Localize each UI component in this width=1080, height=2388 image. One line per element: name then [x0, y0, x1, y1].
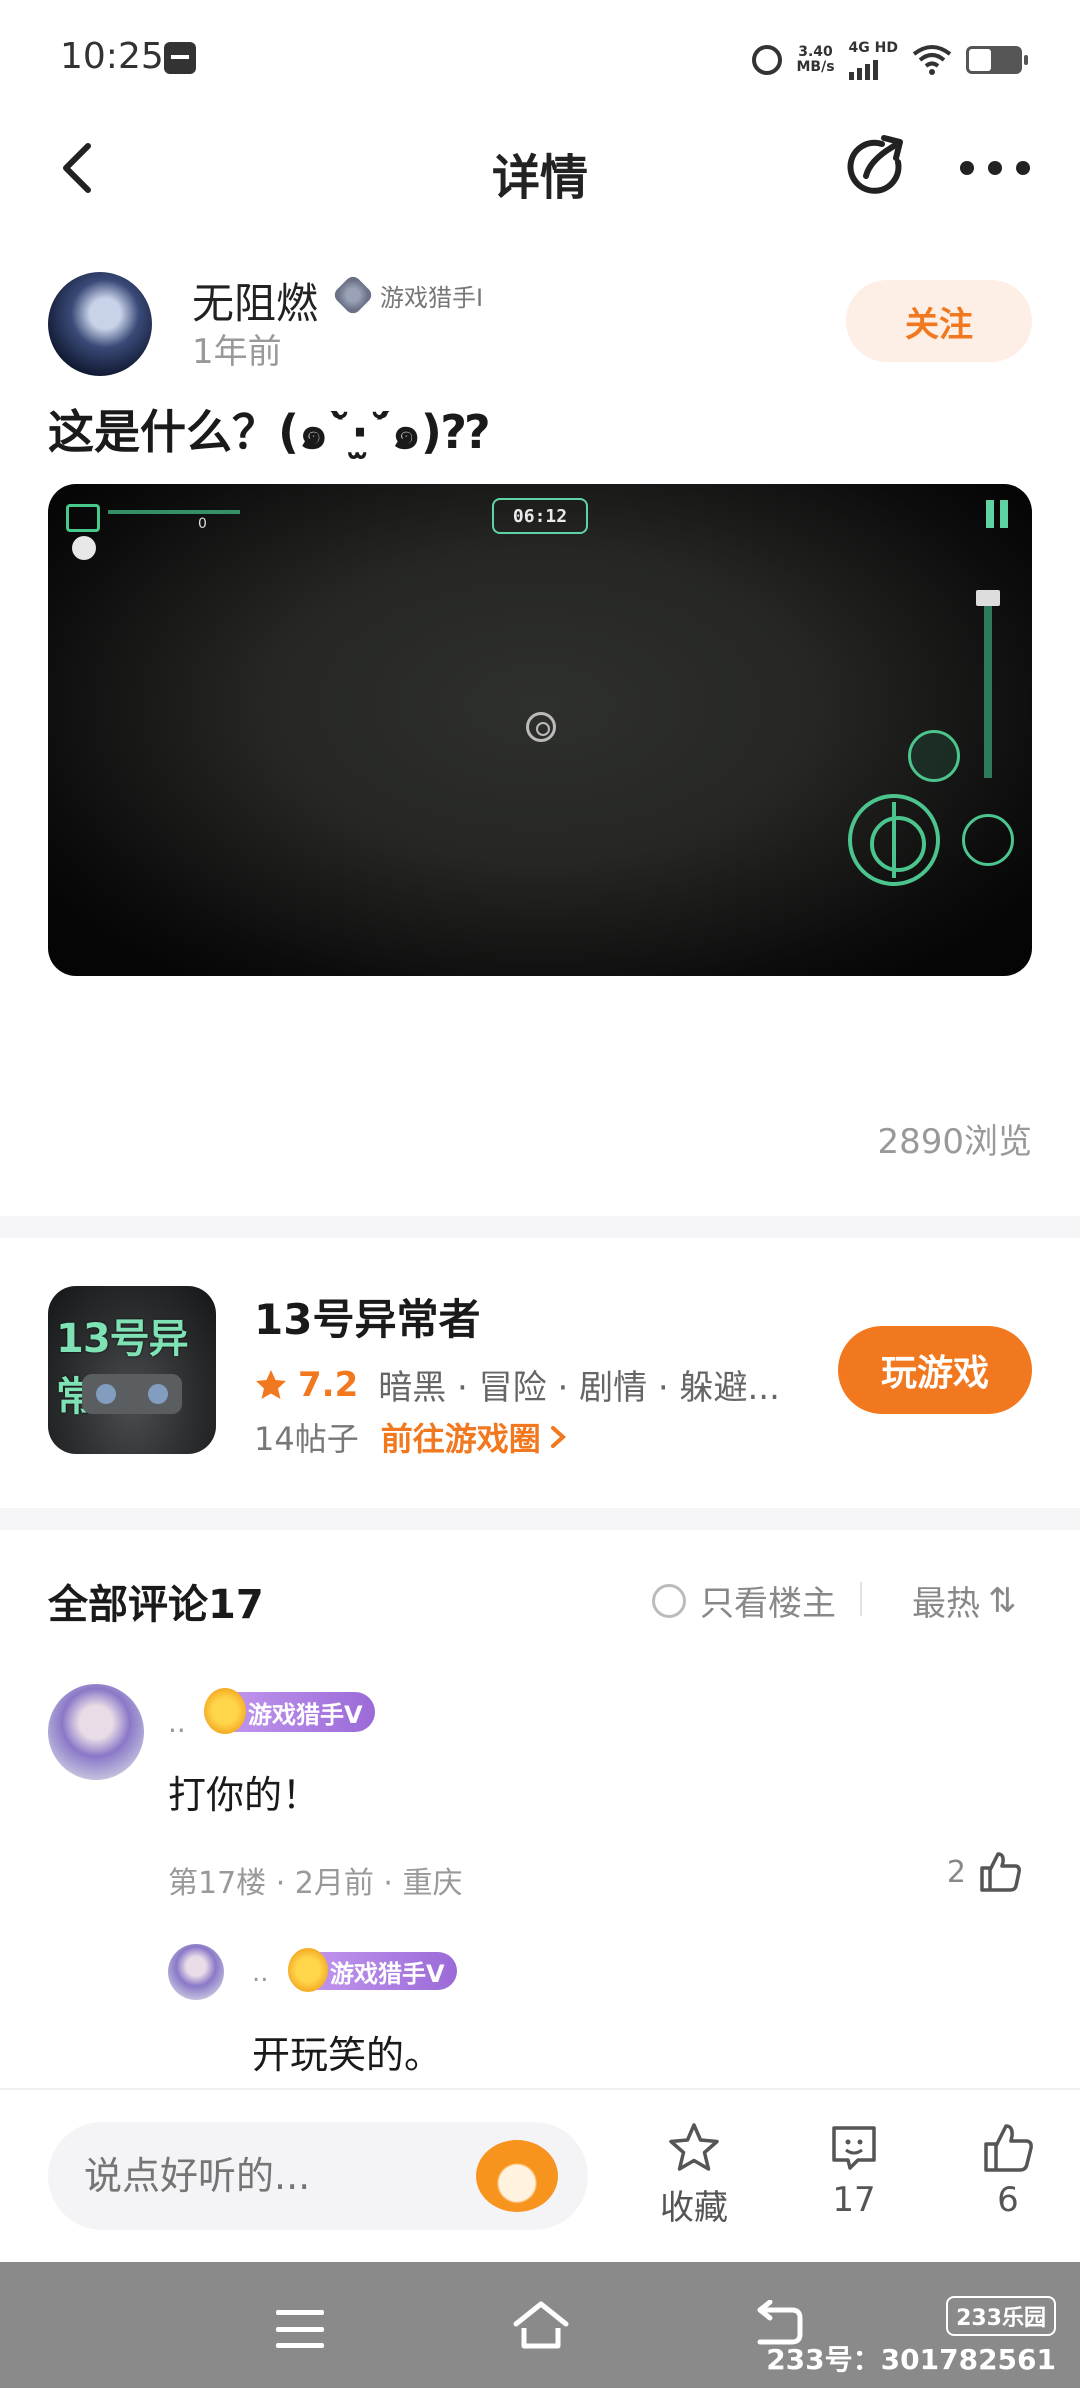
- cellular-signal: 4G HD: [848, 39, 898, 80]
- comment-text: 打你的！: [168, 1773, 321, 1817]
- author-avatar[interactable]: [48, 272, 152, 376]
- view-count: 2890浏览: [877, 1122, 1032, 1162]
- hud-indicator-dot: [72, 536, 96, 560]
- home-icon[interactable]: [510, 2298, 572, 2352]
- commenter-avatar[interactable]: [48, 1684, 144, 1780]
- more-options-icon[interactable]: [960, 148, 1032, 188]
- menu-icon[interactable]: [276, 2310, 324, 2348]
- watermark-id: 233号：301782561: [766, 2343, 1056, 2376]
- battery-icon: [966, 46, 1028, 74]
- goto-game-circle-link[interactable]: 前往游戏圈: [381, 1414, 569, 1460]
- calendar-notification-icon: [164, 42, 196, 74]
- follow-button[interactable]: 关注: [846, 280, 1032, 362]
- comment-item: .. 游戏猎手V 打你的！ 第17楼 · 2月前 · 重庆 2: [48, 1684, 1032, 1914]
- post-image[interactable]: 0 06:12: [48, 484, 1032, 976]
- share-icon[interactable]: [842, 132, 910, 200]
- watermark-logo: 233乐园: [946, 2296, 1056, 2336]
- game-posts-row: 14帖子 前往游戏圈: [254, 1414, 569, 1460]
- post-time: 1年前: [192, 332, 282, 372]
- comment-like-button[interactable]: 2: [947, 1848, 1024, 1896]
- post-title: 这是什么？(๑˘̀·̫˘́๑)⁇: [48, 405, 490, 459]
- author-badge: 游戏猎手I: [331, 273, 483, 317]
- comment-meta: 第17楼 · 2月前 · 重庆: [168, 1866, 463, 1901]
- game-icon-binoculars: [82, 1374, 182, 1414]
- hunter-badge-icon: [331, 273, 375, 317]
- hud-zoom-slider: [976, 590, 1000, 778]
- comments-title: 全部评论17: [48, 1582, 264, 1628]
- top-nav-bar: 详情: [0, 116, 1080, 220]
- commenter-badge: 游戏猎手V: [204, 1688, 375, 1734]
- header-divider: [860, 1582, 862, 1616]
- game-card[interactable]: 13号异常 13号异常者 7.2 暗黑 · 冒险 · 剧情 · 躲避... 14…: [48, 1284, 1032, 1458]
- reply-text: 开玩笑的。: [252, 2033, 443, 2077]
- game-tags: 暗黑 · 冒险 · 剧情 · 躲避...: [378, 1368, 780, 1408]
- mascot-emoji-icon[interactable]: [476, 2140, 558, 2212]
- like-button[interactable]: 6: [948, 2120, 1068, 2220]
- comment-like-count: 2: [946, 1854, 966, 1890]
- system-navigation-bar: 233乐园 233号：301782561: [0, 2262, 1080, 2388]
- play-game-button[interactable]: 玩游戏: [838, 1326, 1032, 1414]
- section-divider: [0, 1508, 1080, 1530]
- hud-scope-icon: [848, 794, 940, 886]
- signal-bars-icon: [848, 56, 898, 80]
- hud-score: 0: [198, 516, 207, 532]
- only-op-toggle[interactable]: 只看楼主: [652, 1576, 836, 1625]
- wifi-icon: [912, 44, 952, 76]
- game-rating: 7.2: [298, 1364, 359, 1405]
- comment-count-button[interactable]: 17: [794, 2120, 914, 2220]
- hud-pause-icon: [986, 500, 1014, 528]
- game-post-count: 14帖子: [254, 1420, 359, 1458]
- author-name[interactable]: 无阻燃: [192, 270, 318, 331]
- game-meta: 7.2 暗黑 · 冒险 · 剧情 · 躲避...: [254, 1360, 780, 1409]
- page-title: 详情: [491, 150, 588, 206]
- hud-timer: 06:12: [492, 498, 588, 534]
- bottom-action-bar: 收藏 17 6: [0, 2088, 1080, 2262]
- post-author: 无阻燃 游戏猎手I 1年前 关注: [48, 270, 1032, 380]
- game-name[interactable]: 13号异常者: [254, 1286, 480, 1347]
- replier-badge: 游戏猎手V: [288, 1948, 457, 1992]
- commenter-name[interactable]: ..: [168, 1706, 186, 1739]
- game-icon[interactable]: 13号异常: [48, 1286, 216, 1454]
- comment-bubble-icon: [832, 2126, 876, 2170]
- favorite-button[interactable]: 收藏: [634, 2120, 754, 2229]
- star-icon: [256, 1369, 286, 1399]
- thumbs-up-icon: [980, 1852, 1021, 1892]
- hud-energy-bar: [108, 510, 240, 514]
- sort-icon: ⇅: [988, 1580, 1017, 1621]
- network-speed: 3.40 MB/s: [796, 44, 835, 75]
- network-type: 4G HD: [848, 39, 898, 56]
- replier-name[interactable]: ..: [252, 1958, 269, 1988]
- hud-crosshair-icon: [526, 712, 556, 742]
- hud-battery-icon: [66, 504, 100, 532]
- sort-button[interactable]: 最热 ⇅: [912, 1576, 1017, 1625]
- status-bar: 10:25 3.40 MB/s 4G HD: [0, 0, 1080, 116]
- radio-unchecked-icon[interactable]: [652, 1583, 686, 1618]
- comment-reply: .. 游戏猎手V 开玩笑的。: [168, 1944, 1032, 2077]
- section-divider: [0, 1216, 1080, 1238]
- hud-reload-icon: [962, 814, 1014, 866]
- replier-avatar[interactable]: [168, 1944, 224, 2000]
- comments-header: 全部评论17 只看楼主 最热 ⇅: [48, 1572, 1032, 1629]
- status-icons: 3.40 MB/s 4G HD: [752, 39, 1028, 80]
- hud-binoculars-icon: [908, 730, 960, 782]
- thumbs-up-icon: [984, 2124, 1033, 2172]
- alarm-icon: [752, 45, 783, 75]
- star-outline-icon: [669, 2123, 719, 2171]
- status-time: 10:25: [60, 36, 164, 77]
- chevron-right-icon: [550, 1426, 566, 1448]
